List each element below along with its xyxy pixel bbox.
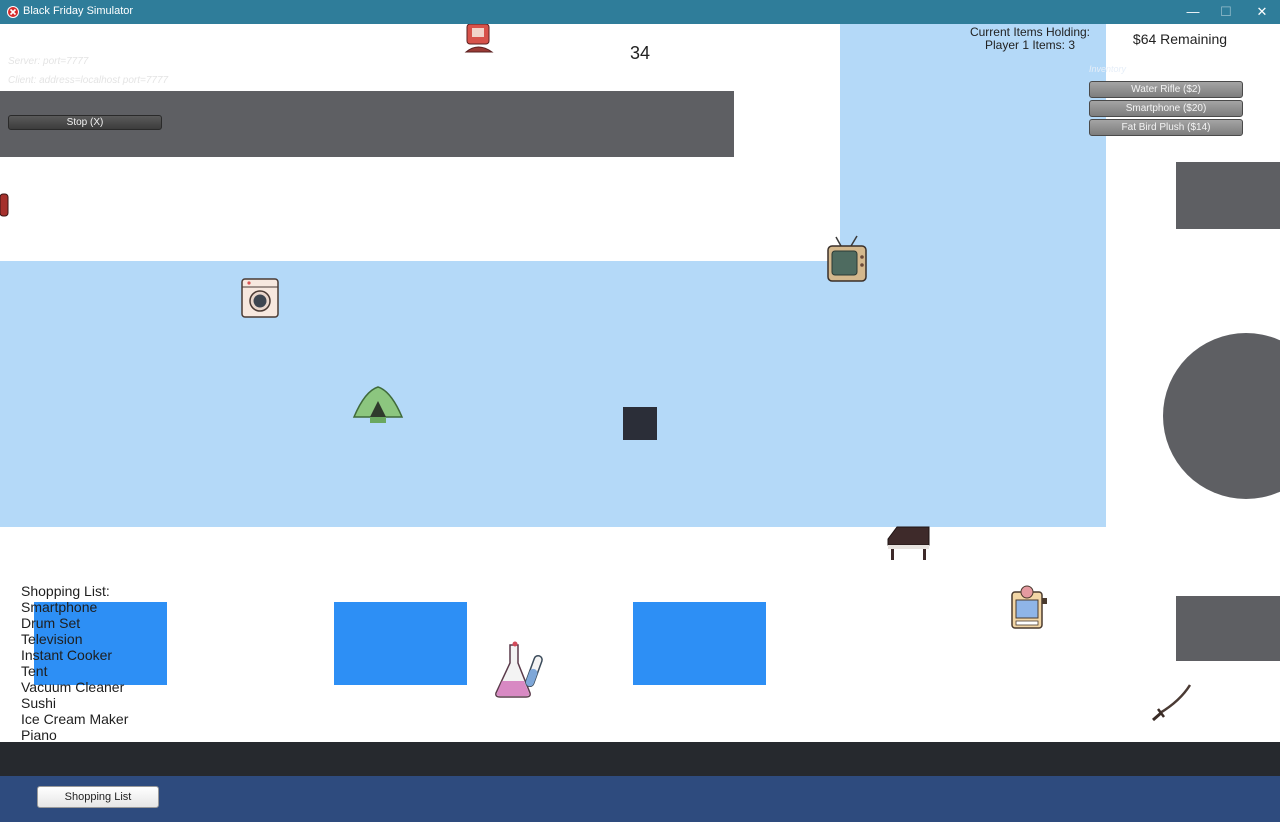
stop-button[interactable]: Stop (X) bbox=[8, 115, 162, 130]
katana-icon[interactable] bbox=[1150, 683, 1192, 723]
shelf-3 bbox=[633, 602, 766, 685]
minimize-button[interactable]: — bbox=[1175, 0, 1211, 24]
inventory-item-fat-bird-plush[interactable]: Fat Bird Plush ($14) bbox=[1089, 119, 1243, 136]
shopping-list: Shopping List: Smartphone Drum Set Telev… bbox=[21, 583, 128, 742]
round-timer: 34 bbox=[629, 43, 651, 63]
close-button[interactable]: ✕ bbox=[1244, 0, 1280, 24]
status-bar bbox=[0, 742, 1280, 776]
inventory-item-water-rifle[interactable]: Water Rifle ($2) bbox=[1089, 81, 1243, 98]
bottom-toolbar bbox=[0, 776, 1280, 822]
shopping-list-item: Television bbox=[21, 631, 83, 647]
piano-icon[interactable] bbox=[885, 525, 931, 561]
shopping-list-item: Vacuum Cleaner bbox=[21, 679, 125, 695]
red-item-icon[interactable] bbox=[0, 192, 10, 218]
shelf-2 bbox=[334, 602, 467, 685]
wall-block-right-bottom bbox=[1176, 596, 1280, 661]
shopping-list-item: Instant Cooker bbox=[21, 647, 113, 663]
shopping-list-item: Piano bbox=[21, 727, 57, 742]
server-status: Server: port=7777 bbox=[8, 56, 89, 67]
client-status: Client: address=localhost port=7777 bbox=[8, 75, 169, 86]
shopping-list-title: Shopping List: bbox=[21, 583, 110, 599]
shopping-list-item: Ice Cream Maker bbox=[21, 711, 129, 727]
holding-panel: Current Items Holding: Player 1 Items: 3 bbox=[956, 26, 1104, 52]
chemistry-set-icon[interactable] bbox=[494, 641, 546, 699]
tent-icon[interactable] bbox=[351, 383, 405, 425]
shopping-list-item: Sushi bbox=[21, 695, 57, 711]
shopping-list-item: Tent bbox=[21, 663, 48, 679]
maximize-button[interactable]: ☐ bbox=[1208, 0, 1244, 24]
pillar-circle bbox=[1163, 333, 1280, 499]
window-titlebar: Black Friday Simulator — ☐ ✕ bbox=[0, 0, 1280, 24]
money-remaining: $64 Remaining bbox=[1132, 31, 1228, 47]
shopping-list-item: Drum Set bbox=[21, 615, 81, 631]
floor-area-main bbox=[0, 261, 1106, 527]
washing-machine-icon[interactable] bbox=[241, 278, 279, 318]
window-title: Black Friday Simulator bbox=[23, 5, 134, 17]
fire-extinguisher-icon[interactable] bbox=[462, 24, 496, 54]
app-icon bbox=[7, 6, 19, 18]
inventory-label: Inventory bbox=[1089, 64, 1127, 74]
ice-cream-maker-icon[interactable] bbox=[1009, 584, 1049, 630]
game-world[interactable]: Server: port=7777 Client: address=localh… bbox=[0, 24, 1280, 742]
shopping-list-item: Smartphone bbox=[21, 599, 98, 615]
television-icon[interactable] bbox=[827, 235, 867, 283]
inventory-item-smartphone[interactable]: Smartphone ($20) bbox=[1089, 100, 1243, 117]
shopping-list-button[interactable]: Shopping List bbox=[37, 786, 159, 808]
player-icon bbox=[623, 407, 657, 440]
holding-value: Player 1 Items: 3 bbox=[984, 38, 1076, 52]
wall-block-right-top bbox=[1176, 162, 1280, 229]
